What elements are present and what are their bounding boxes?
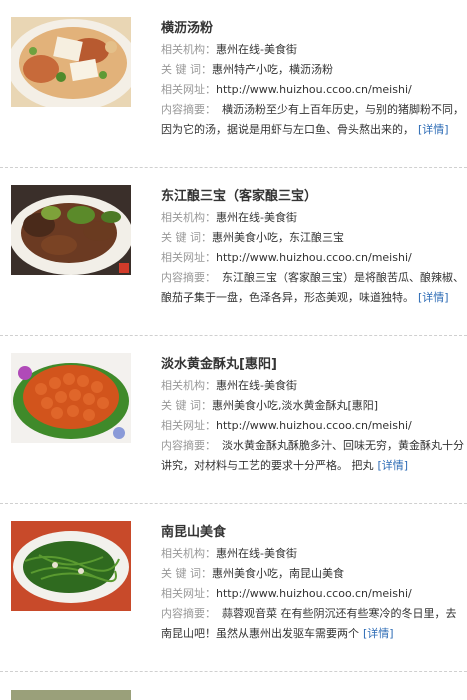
org-label: 相关机构： [161, 211, 216, 224]
item-org-row: 相关机构：惠州在线-美食街 [161, 40, 467, 60]
keywords-label: 关 键 词： [161, 231, 212, 244]
url-value: http://www.huizhou.ccoo.cn/meishi/ [216, 419, 412, 432]
list-item: 东江酿三宝（客家酿三宝） 相关机构：惠州在线-美食街 关 键 词：惠州美食小吃，… [0, 168, 467, 336]
food-thumbnail-golden-balls[interactable] [11, 353, 131, 443]
url-value: http://www.huizhou.ccoo.cn/meishi/ [216, 587, 412, 600]
url-label: 相关网址： [161, 83, 216, 96]
url-value: http://www.huizhou.ccoo.cn/meishi/ [216, 83, 412, 96]
org-label: 相关机构： [161, 547, 216, 560]
divider [0, 671, 467, 672]
item-info: 淡水黄金酥丸[惠阳] 相关机构：惠州在线-美食街 关 键 词：惠州美食小吃,淡水… [161, 355, 467, 476]
org-value: 惠州在线-美食街 [216, 379, 297, 392]
item-org-row: 相关机构：惠州在线-美食街 [161, 376, 467, 396]
url-label: 相关网址： [161, 419, 216, 432]
list-item: 南昆山美食 相关机构：惠州在线-美食街 关 键 词：惠州美食小吃，南昆山美食 相… [0, 504, 467, 672]
item-keywords-row: 关 键 词：惠州美食小吃，东江酿三宝 [161, 228, 467, 248]
summary-label: 内容摘要： [161, 103, 216, 116]
summary-label: 内容摘要： [161, 439, 216, 452]
result-list: 横沥汤粉 相关机构：惠州在线-美食街 关 键 词：惠州特产小吃，横沥汤粉 相关网… [0, 0, 467, 672]
item-summary: 内容摘要： 淡水黄金酥丸酥脆多汁、回味无穷，黄金酥丸十分讲究，对材料与工艺的要求十… [161, 436, 467, 476]
food-thumbnail-nankunshan[interactable] [11, 521, 131, 611]
org-label: 相关机构： [161, 379, 216, 392]
summary-label: 内容摘要： [161, 271, 216, 284]
details-link[interactable]: [详情] [363, 627, 394, 640]
item-keywords-row: 关 键 词：惠州特产小吃，横沥汤粉 [161, 60, 467, 80]
item-url-row: 相关网址：http://www.huizhou.ccoo.cn/meishi/ [161, 248, 467, 268]
org-value: 惠州在线-美食街 [216, 547, 297, 560]
keywords-value: 惠州特产小吃，横沥汤粉 [212, 63, 333, 76]
food-thumbnail-stuffed-three[interactable] [11, 185, 131, 275]
url-label: 相关网址： [161, 251, 216, 264]
keywords-label: 关 键 词： [161, 399, 212, 412]
list-item: 淡水黄金酥丸[惠阳] 相关机构：惠州在线-美食街 关 键 词：惠州美食小吃,淡水… [0, 336, 467, 504]
item-title[interactable]: 东江酿三宝（客家酿三宝） [161, 187, 467, 207]
item-keywords-row: 关 键 词：惠州美食小吃,淡水黄金酥丸[惠阳] [161, 396, 467, 416]
url-value: http://www.huizhou.ccoo.cn/meishi/ [216, 251, 412, 264]
item-summary: 内容摘要： 横沥汤粉至少有上百年历史，与别的猪脚粉不同，因为它的汤，据说是用虾与左… [161, 100, 467, 140]
keywords-value: 惠州美食小吃,淡水黄金酥丸[惠阳] [212, 399, 379, 412]
org-value: 惠州在线-美食街 [216, 43, 297, 56]
item-info: 东江酿三宝（客家酿三宝） 相关机构：惠州在线-美食街 关 键 词：惠州美食小吃，… [161, 187, 467, 308]
food-thumbnail-hengli-noodle[interactable] [11, 17, 131, 107]
details-link[interactable]: [详情] [378, 459, 409, 472]
url-label: 相关网址： [161, 587, 216, 600]
item-title[interactable]: 横沥汤粉 [161, 19, 467, 39]
food-thumbnail-next[interactable] [11, 690, 131, 700]
item-url-row: 相关网址：http://www.huizhou.ccoo.cn/meishi/ [161, 80, 467, 100]
keywords-value: 惠州美食小吃，南昆山美食 [212, 567, 344, 580]
details-link[interactable]: [详情] [418, 123, 449, 136]
item-info: 横沥汤粉 相关机构：惠州在线-美食街 关 键 词：惠州特产小吃，横沥汤粉 相关网… [161, 19, 467, 140]
keywords-value: 惠州美食小吃，东江酿三宝 [212, 231, 344, 244]
item-summary: 内容摘要： 东江酿三宝（客家酿三宝）是将酿苦瓜、酿辣椒、酿茄子集于一盘，色泽各异，… [161, 268, 467, 308]
item-url-row: 相关网址：http://www.huizhou.ccoo.cn/meishi/ [161, 416, 467, 436]
summary-label: 内容摘要： [161, 607, 216, 620]
org-label: 相关机构： [161, 43, 216, 56]
org-value: 惠州在线-美食街 [216, 211, 297, 224]
list-item: 横沥汤粉 相关机构：惠州在线-美食街 关 键 词：惠州特产小吃，横沥汤粉 相关网… [0, 0, 467, 168]
keywords-label: 关 键 词： [161, 63, 212, 76]
item-title[interactable]: 淡水黄金酥丸[惠阳] [161, 355, 467, 375]
item-org-row: 相关机构：惠州在线-美食街 [161, 544, 467, 564]
item-org-row: 相关机构：惠州在线-美食街 [161, 208, 467, 228]
item-keywords-row: 关 键 词：惠州美食小吃，南昆山美食 [161, 564, 467, 584]
item-summary: 内容摘要： 蒜蓉观音菜 在有些阴沉还有些寒冷的冬日里，去南昆山吧！虽然从惠州出发驱… [161, 604, 467, 644]
item-url-row: 相关网址：http://www.huizhou.ccoo.cn/meishi/ [161, 584, 467, 604]
item-title[interactable]: 南昆山美食 [161, 523, 467, 543]
details-link[interactable]: [详情] [418, 291, 449, 304]
keywords-label: 关 键 词： [161, 567, 212, 580]
item-info: 南昆山美食 相关机构：惠州在线-美食街 关 键 词：惠州美食小吃，南昆山美食 相… [161, 523, 467, 644]
